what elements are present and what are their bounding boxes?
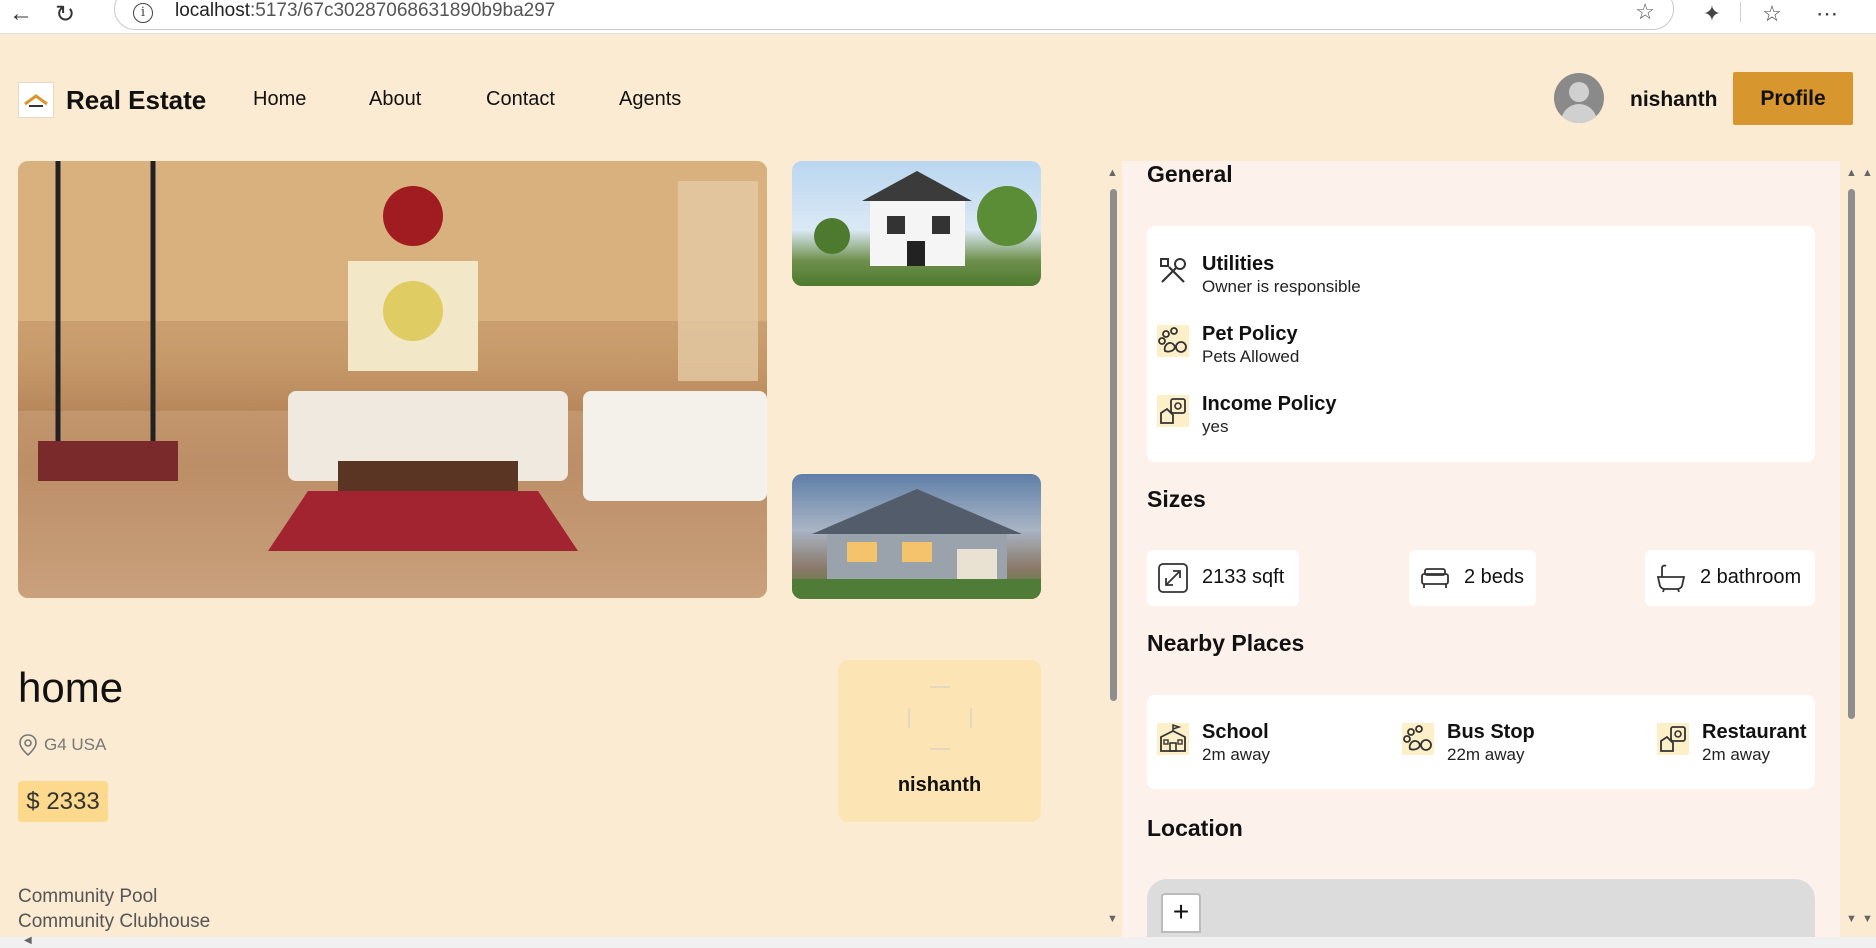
sizes-title: Sizes <box>1147 486 1206 512</box>
roof-logo-icon <box>24 94 48 107</box>
scroll-up-icon[interactable]: ▲ <box>1107 167 1118 179</box>
header-username: nishanth <box>1630 88 1718 111</box>
avatar[interactable] <box>1554 73 1604 123</box>
property-thumbnail-2[interactable] <box>792 474 1041 599</box>
favorites-icon[interactable]: ☆ <box>1757 0 1787 28</box>
property-address: G4 USA <box>44 735 107 754</box>
size-label: 2 beds <box>1464 566 1525 588</box>
size-bath-chip: 2 bathroom <box>1645 550 1815 606</box>
main-property-image[interactable] <box>18 161 767 598</box>
scroll-up-icon[interactable]: ▲ <box>1846 167 1857 179</box>
nav-home[interactable]: Home <box>253 88 306 111</box>
owner-name: nishanth <box>897 774 982 796</box>
site-info-icon[interactable]: i <box>133 3 153 23</box>
nearby-distance: 22m away <box>1447 745 1525 764</box>
toolbar-divider <box>1740 2 1741 22</box>
scroll-down-icon[interactable]: ▼ <box>1862 913 1873 925</box>
general-card: Utilities Owner is responsible Pet Polic… <box>1147 226 1815 462</box>
more-menu-icon[interactable]: ⋯ <box>1812 0 1842 28</box>
horizontal-scrollbar[interactable]: ◀ <box>0 935 1876 948</box>
nearby-title-text: Bus Stop <box>1447 721 1535 743</box>
amenity-item: Community Pool <box>18 886 158 907</box>
page-scrollbar[interactable]: ▲ ▲ ▼ ▼ <box>1840 161 1876 937</box>
left-scrollbar[interactable]: ▲ ▼ <box>1104 161 1122 937</box>
nearby-title-text: Restaurant <box>1702 721 1807 743</box>
owner-avatar <box>908 686 972 750</box>
info-title: Pet Policy <box>1202 323 1298 345</box>
general-title: General <box>1147 161 1233 187</box>
map-zoom-in-button[interactable]: + <box>1161 893 1201 933</box>
scrollbar-thumb[interactable] <box>1110 189 1117 701</box>
school-icon <box>1157 723 1189 755</box>
profile-button[interactable]: Profile <box>1733 72 1853 125</box>
nearby-title-text: School <box>1202 721 1269 743</box>
back-arrow-icon[interactable]: ← <box>6 0 36 28</box>
info-value: Owner is responsible <box>1202 277 1361 296</box>
amenity-item: Community Clubhouse <box>18 911 211 932</box>
info-title: Utilities <box>1202 253 1275 275</box>
restaurant-icon <box>1657 723 1689 755</box>
nav-about[interactable]: About <box>369 88 421 111</box>
paw-icon <box>1402 723 1434 755</box>
info-value: Pets Allowed <box>1202 347 1300 366</box>
bathtub-icon <box>1656 564 1686 593</box>
expand-icon <box>1158 563 1188 593</box>
nearby-title: Nearby Places <box>1147 630 1305 656</box>
nav-contact[interactable]: Contact <box>486 88 555 111</box>
location-map[interactable]: + <box>1147 879 1815 937</box>
size-area-chip: 2133 sqft <box>1147 550 1299 606</box>
owner-card[interactable]: nishanth <box>838 660 1041 822</box>
bed-icon <box>1421 568 1449 588</box>
scroll-down-icon[interactable]: ▼ <box>1846 913 1857 925</box>
scroll-down-icon[interactable]: ▼ <box>1107 913 1118 925</box>
utilities-icon <box>1160 258 1186 283</box>
reload-icon[interactable]: ↻ <box>50 0 80 28</box>
scroll-up-icon[interactable]: ▲ <box>1862 167 1873 179</box>
size-label: 2133 sqft <box>1202 566 1285 588</box>
nav-agents[interactable]: Agents <box>619 88 681 111</box>
details-panel: General Utilities Owner is responsible P… <box>1122 161 1840 937</box>
nearby-distance: 2m away <box>1202 745 1271 764</box>
size-label: 2 bathroom <box>1700 566 1802 588</box>
favorite-star-icon[interactable]: ☆ <box>1635 0 1655 25</box>
brand-name[interactable]: Real Estate <box>66 85 206 116</box>
scroll-left-icon[interactable]: ◀ <box>24 935 32 946</box>
location-title: Location <box>1147 815 1243 841</box>
location-pin-icon <box>19 734 37 756</box>
size-beds-chip: 2 beds <box>1409 550 1536 606</box>
logo[interactable] <box>18 82 54 118</box>
price-badge: $ 2333 <box>18 781 108 822</box>
extensions-icon[interactable]: ✦ <box>1697 0 1727 28</box>
income-icon <box>1157 395 1189 427</box>
scrollbar-thumb[interactable] <box>1848 189 1855 719</box>
info-title: Income Policy <box>1202 393 1337 415</box>
address-bar[interactable]: i localhost:5173/67c30287068631890b9ba29… <box>114 0 1674 30</box>
property-title: home <box>18 664 124 711</box>
browser-toolbar: ← ↻ i localhost:5173/67c30287068631890b9… <box>0 0 1876 34</box>
nearby-card: School 2m away Bus Stop 22m away Restaur… <box>1147 695 1815 789</box>
property-thumbnail-1[interactable] <box>792 161 1041 286</box>
nearby-distance: 2m away <box>1702 745 1771 764</box>
paw-icon <box>1157 325 1189 357</box>
info-value: yes <box>1202 417 1229 436</box>
url-text: localhost:5173/67c30287068631890b9ba297 <box>175 0 556 21</box>
